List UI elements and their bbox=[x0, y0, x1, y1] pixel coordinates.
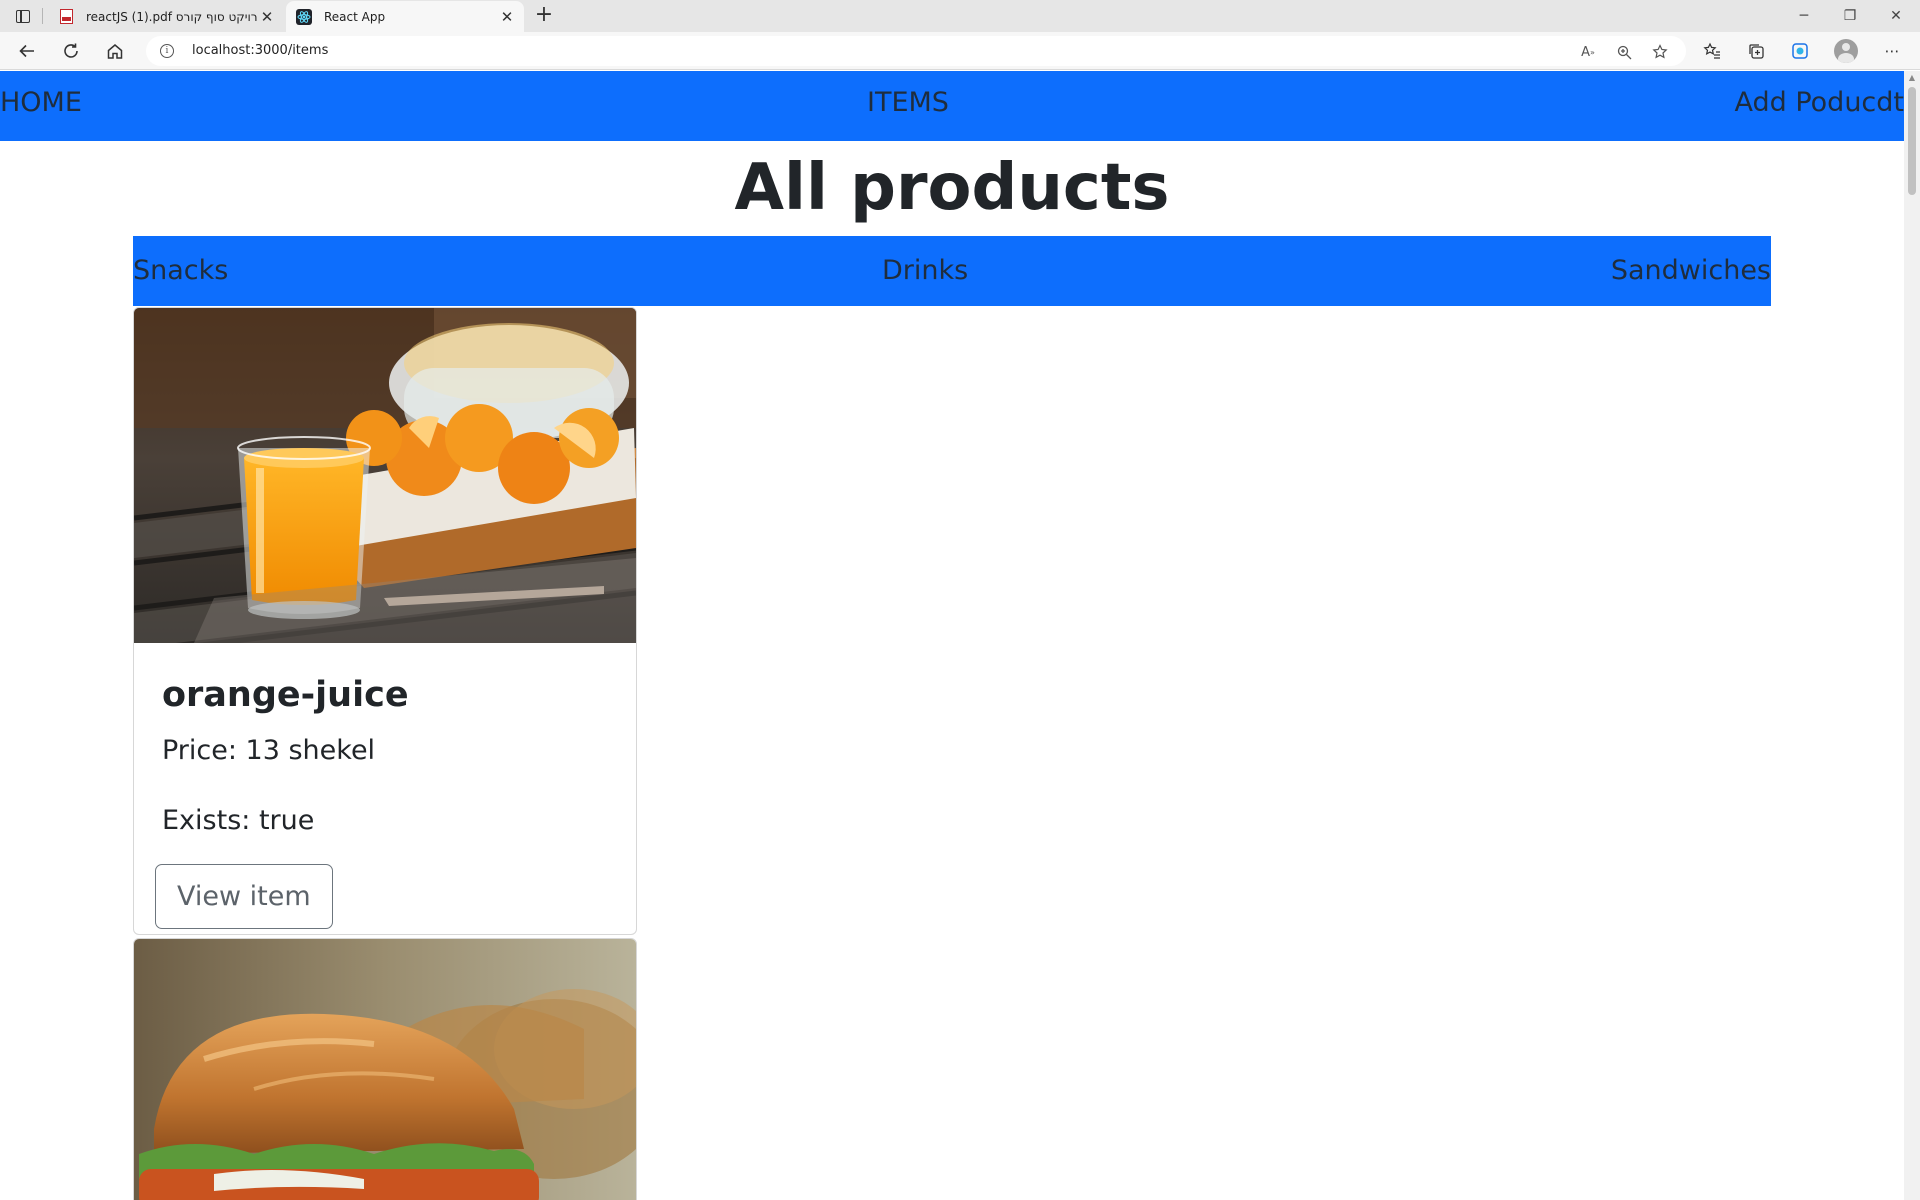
product-image-sandwich bbox=[134, 939, 636, 1200]
page-viewport: HOME ITEMS Add Poducdt All products Snac… bbox=[0, 71, 1904, 1200]
pdf-icon bbox=[58, 9, 74, 25]
site-info-icon[interactable]: i bbox=[160, 44, 174, 58]
url-text[interactable]: localhost:3000/items bbox=[192, 43, 328, 58]
favorites-icon[interactable] bbox=[1702, 41, 1722, 61]
product-exists: Exists: true bbox=[162, 805, 315, 836]
refresh-icon[interactable] bbox=[57, 37, 85, 65]
category-snacks-link[interactable]: Snacks bbox=[133, 255, 228, 286]
more-options-icon[interactable]: ⋯ bbox=[1882, 41, 1902, 61]
tab-react-app[interactable]: React App ✕ bbox=[286, 1, 524, 32]
tab-strip: reactJS (1).pdf פרויקט סוף קורס ✕ React … bbox=[0, 0, 1920, 32]
product-card bbox=[133, 938, 637, 1200]
address-bar[interactable]: i localhost:3000/items A» bbox=[146, 36, 1686, 66]
scrollbar-thumb[interactable] bbox=[1908, 87, 1916, 195]
page-title: All products bbox=[734, 151, 1170, 225]
product-price: Price: 13 shekel bbox=[162, 735, 376, 766]
collections-icon[interactable] bbox=[1746, 41, 1766, 61]
react-icon bbox=[296, 8, 312, 25]
product-card: orange-juice Price: 13 shekel Exists: tr… bbox=[133, 307, 637, 935]
edge-extension-icon[interactable] bbox=[1790, 41, 1810, 61]
browser-toolbar: i localhost:3000/items A» ⋯ bbox=[0, 32, 1920, 70]
tab-title: reactJS (1).pdf פרויקט סוף קורס bbox=[86, 9, 258, 24]
close-window-icon[interactable]: ✕ bbox=[1874, 0, 1918, 32]
tab-actions-icon[interactable] bbox=[10, 6, 36, 26]
restore-icon[interactable]: ❐ bbox=[1828, 0, 1872, 32]
product-name: orange-juice bbox=[162, 675, 409, 715]
scroll-up-icon[interactable]: ▲ bbox=[1907, 73, 1917, 83]
back-icon[interactable] bbox=[13, 37, 41, 65]
main-navbar: HOME ITEMS Add Poducdt bbox=[0, 71, 1904, 141]
home-icon[interactable] bbox=[101, 37, 129, 65]
nav-items-link[interactable]: ITEMS bbox=[867, 87, 949, 118]
read-aloud-icon[interactable]: A» bbox=[1580, 44, 1596, 60]
add-favorite-icon[interactable] bbox=[1652, 44, 1668, 60]
profile-avatar[interactable] bbox=[1834, 39, 1858, 63]
category-sandwiches-link[interactable]: Sandwiches bbox=[1611, 255, 1771, 286]
page-scrollbar[interactable]: ▲ bbox=[1904, 71, 1920, 1200]
category-navbar: Snacks Drinks Sandwiches bbox=[133, 236, 1771, 306]
close-tab-icon[interactable]: ✕ bbox=[498, 8, 516, 26]
tab-pdf[interactable]: reactJS (1).pdf פרויקט סוף קורס ✕ bbox=[48, 1, 284, 32]
tab-title: React App bbox=[324, 9, 386, 24]
view-item-button[interactable]: View item bbox=[155, 864, 333, 929]
category-drinks-link[interactable]: Drinks bbox=[882, 255, 968, 286]
close-tab-icon[interactable]: ✕ bbox=[258, 8, 276, 26]
nav-add-product-link[interactable]: Add Poducdt bbox=[1734, 87, 1904, 118]
product-image-orange-juice bbox=[134, 308, 636, 643]
new-tab-button[interactable]: + bbox=[532, 4, 556, 28]
minimize-icon[interactable]: ─ bbox=[1782, 0, 1826, 32]
zoom-icon[interactable] bbox=[1616, 44, 1632, 60]
tab-separator bbox=[42, 8, 43, 24]
nav-home-link[interactable]: HOME bbox=[0, 87, 82, 118]
